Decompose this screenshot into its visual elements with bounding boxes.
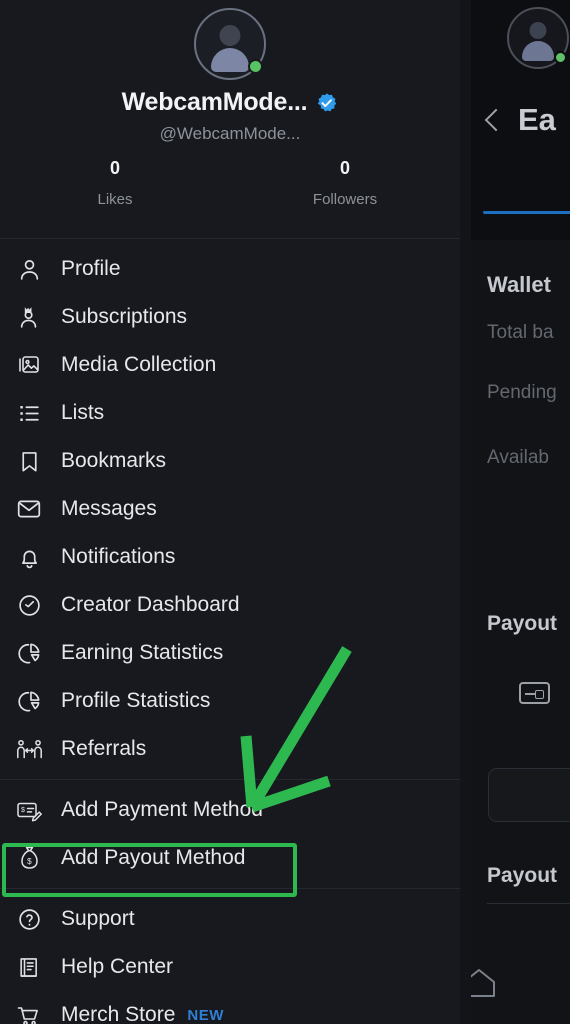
subscriptions-crown-person-icon <box>14 302 44 332</box>
sidebar-item-label: Subscriptions <box>61 305 188 328</box>
envelope-icon <box>14 494 44 524</box>
money-bag-icon: $ <box>14 843 44 873</box>
sidebar-item-label: Notifications <box>61 545 176 568</box>
background-page-title: Ea <box>518 102 556 137</box>
image-stack-icon <box>14 350 44 380</box>
person-icon <box>14 254 44 284</box>
online-status-dot <box>248 59 263 74</box>
sidebar-item-help-center[interactable]: Help Center <box>0 943 460 991</box>
display-name: WebcamMode... <box>121 88 308 116</box>
sidebar-item-add-payout-method[interactable]: $ Add Payout Method <box>0 834 460 882</box>
svg-text:$: $ <box>27 857 32 866</box>
sidebar-item-lists[interactable]: Lists <box>0 389 460 437</box>
sidebar-item-label: Merch Store <box>61 1003 176 1024</box>
stat-label: Followers <box>312 191 378 208</box>
new-badge: NEW <box>187 1006 224 1024</box>
stat-label: Likes <box>97 191 133 208</box>
pie-chart-icon <box>14 686 44 716</box>
sidebar-item-label: Add Payout Method <box>61 846 246 869</box>
profile-header: WebcamMode... @WebcamMode... 0 Likes 0 F… <box>0 0 460 238</box>
sidebar-item-bookmarks[interactable]: Bookmarks <box>0 437 460 485</box>
bookmark-icon <box>14 446 44 476</box>
screen: Ea Wallet Total ba Pending Availab Payou… <box>0 0 570 1024</box>
sidebar-item-profile[interactable]: Profile <box>0 245 460 293</box>
sidebar-item-creator-dashboard[interactable]: Creator Dashboard <box>0 581 460 629</box>
section-rule <box>487 903 570 904</box>
book-icon <box>14 952 44 982</box>
wallet-heading: Wallet <box>487 272 551 297</box>
payout-input-box[interactable] <box>488 768 570 822</box>
sidebar-item-subscriptions[interactable]: Subscriptions <box>0 293 460 341</box>
avatar[interactable] <box>194 8 266 80</box>
sidebar-item-messages[interactable]: Messages <box>0 485 460 533</box>
sidebar-item-profile-statistics[interactable]: Profile Statistics <box>0 677 460 725</box>
sidebar-item-label: Media Collection <box>61 353 217 376</box>
profile-handle: @WebcamMode... <box>159 124 301 143</box>
sidebar-item-label: Bookmarks <box>61 449 167 472</box>
bell-icon <box>14 542 44 572</box>
sidebar-item-notifications[interactable]: Notifications <box>0 533 460 581</box>
avatar-body-shape <box>211 48 249 72</box>
sidebar-item-label: Creator Dashboard <box>61 593 240 616</box>
verified-badge-icon <box>316 92 338 114</box>
sidebar-menu-payments: $ Add Payment Method $ Add Payout Method <box>0 780 460 888</box>
sidebar-item-media-collection[interactable]: Media Collection <box>0 341 460 389</box>
stat-value: 0 <box>109 158 120 178</box>
sidebar-item-support[interactable]: Support <box>0 895 460 943</box>
question-circle-icon <box>14 904 44 934</box>
back-chevron-icon[interactable] <box>484 108 508 132</box>
total-balance-label: Total ba <box>487 322 554 343</box>
sidebar-item-earning-statistics[interactable]: Earning Statistics <box>0 629 460 677</box>
stat-likes[interactable]: 0 Likes <box>0 158 230 208</box>
sidebar-item-label: Support <box>61 907 135 930</box>
speedometer-icon <box>14 590 44 620</box>
payment-card-edit-icon: $ <box>14 795 44 825</box>
sidebar-scrollbar-track[interactable] <box>460 0 471 1024</box>
sidebar-item-label: Profile Statistics <box>61 689 211 712</box>
list-icon <box>14 398 44 428</box>
avatar-head-shape <box>529 22 547 39</box>
sidebar-item-label: Earning Statistics <box>61 641 224 664</box>
sidebar-item-label: Referrals <box>61 737 147 760</box>
background-avatar[interactable] <box>507 7 569 69</box>
available-label: Availab <box>487 447 549 468</box>
payout-heading-2: Payout <box>487 864 558 887</box>
avatar-body-shape <box>522 41 554 61</box>
sidebar-drawer: WebcamMode... @WebcamMode... 0 Likes 0 F… <box>0 0 460 1024</box>
pending-label: Pending <box>487 382 557 403</box>
sidebar-item-label: Add Payment Method <box>61 798 263 821</box>
sidebar-menu-primary: Profile Subscriptions Media Collection L… <box>0 239 460 779</box>
sidebar-item-referrals[interactable]: Referrals <box>0 725 460 773</box>
sidebar-item-label: Profile <box>61 257 121 280</box>
payout-heading-1: Payout <box>487 612 558 635</box>
sidebar-item-merch-store[interactable]: Merch Store NEW <box>0 991 460 1024</box>
background-header: Ea <box>470 90 570 150</box>
avatar-head-shape <box>219 25 241 46</box>
stat-followers[interactable]: 0 Followers <box>230 158 460 208</box>
display-name-row: WebcamMode... <box>0 88 460 117</box>
tab-indicator <box>483 211 570 214</box>
sidebar-menu-help: Support Help Center Merch Store NEW <box>0 889 460 1024</box>
stat-value: 0 <box>339 158 350 178</box>
shopping-cart-icon <box>14 1000 44 1024</box>
sidebar-item-label: Lists <box>61 401 105 424</box>
pie-chart-icon <box>14 638 44 668</box>
payment-card-icon <box>519 682 550 704</box>
svg-text:$: $ <box>21 807 25 814</box>
referrals-people-icon <box>14 734 44 764</box>
sidebar-item-label: Help Center <box>61 955 174 978</box>
sidebar-item-label: Messages <box>61 497 157 520</box>
online-status-dot <box>554 51 567 64</box>
profile-stats: 0 Likes 0 Followers <box>0 158 460 208</box>
sidebar-item-add-payment-method[interactable]: $ Add Payment Method <box>0 786 460 834</box>
